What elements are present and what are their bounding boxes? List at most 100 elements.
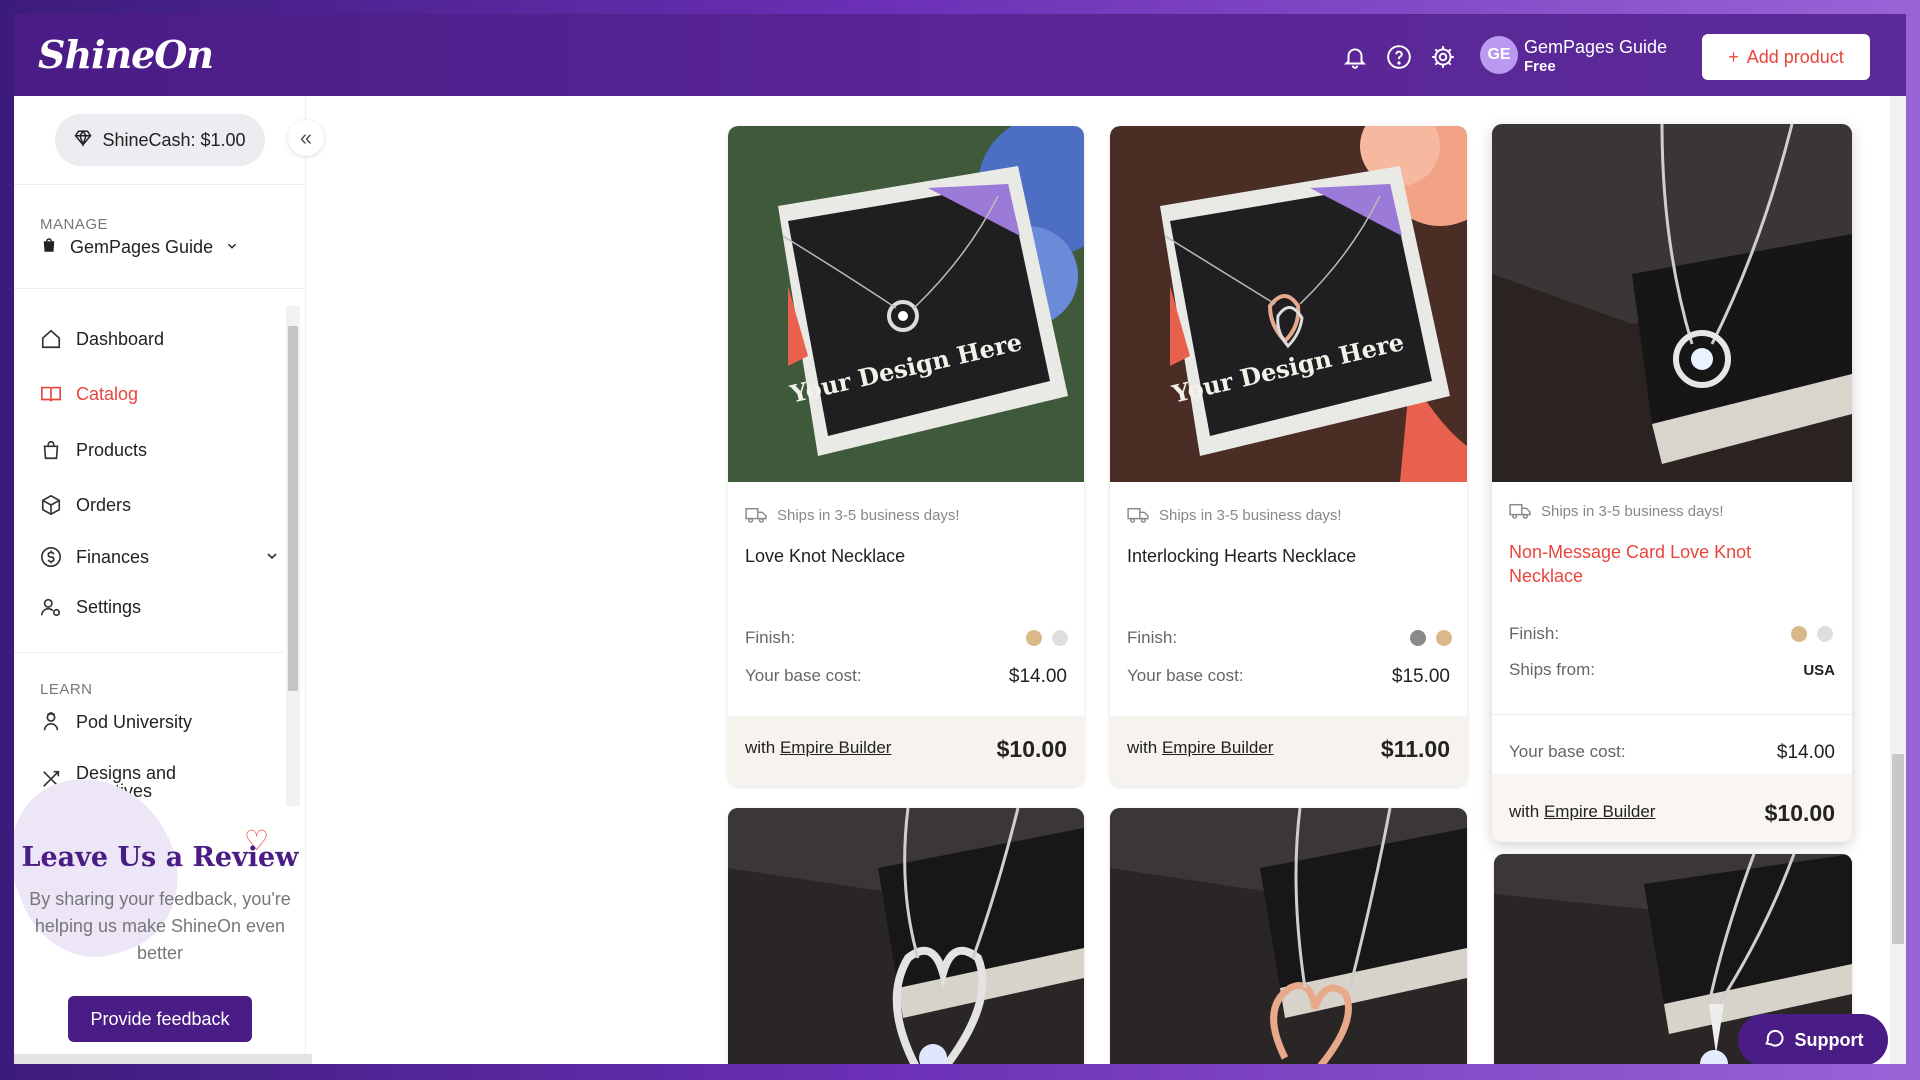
user-name[interactable]: GemPages Guide — [1524, 37, 1667, 58]
empire-builder-text: with Empire Builder — [1509, 802, 1656, 821]
sidebar-item-label: Orders — [76, 494, 132, 515]
finish-swatch-silver[interactable] — [1817, 626, 1833, 642]
dollar-icon — [40, 546, 62, 568]
chevron-down-icon — [264, 548, 280, 569]
sidebar-item-dashboard[interactable]: Dashboard — [40, 328, 164, 350]
shipping-text: Ships in 3-5 business days! — [777, 506, 960, 524]
base-cost-value: $14.00 — [1776, 742, 1835, 763]
collapse-sidebar-button[interactable]: « — [288, 120, 324, 156]
finish-swatch-gold[interactable] — [1791, 626, 1807, 642]
base-cost-value: $14.00 — [1008, 666, 1067, 687]
store-name: GemPages Guide — [70, 237, 214, 257]
user-plan: Free — [1524, 58, 1556, 75]
product-card[interactable]: Ships in 3-5 business days! Non-Message … — [1492, 124, 1852, 842]
shipping-info: Ships in 3-5 business days! — [1127, 506, 1342, 524]
chat-icon — [1763, 1027, 1785, 1054]
truck-icon — [745, 507, 767, 523]
finish-label: Finish: — [1127, 628, 1178, 647]
bag-icon — [40, 439, 62, 461]
base-cost-label: Your base cost: — [1127, 666, 1244, 685]
product-card[interactable] — [1110, 808, 1467, 1064]
finish-label: Finish: — [745, 628, 796, 647]
base-cost-label: Your base cost: — [1509, 742, 1626, 761]
product-name[interactable]: Non-Message Card Love Knot Necklace — [1509, 540, 1809, 588]
product-image — [1110, 808, 1467, 1064]
sidebar-item-settings[interactable]: Settings — [40, 596, 141, 618]
shopify-bag-icon — [40, 236, 58, 259]
shineon-logo[interactable]: ShineOn — [38, 32, 214, 77]
sidebar-item-label: Products — [76, 439, 148, 460]
finish-swatch-silver[interactable] — [1410, 630, 1426, 646]
divider — [14, 652, 284, 653]
sidebar-scroll-thumb[interactable] — [288, 326, 298, 691]
sidebar-item-label: Catalog — [76, 383, 139, 404]
top-header: ShineOn GE GemPages Guide Free + Add pro… — [14, 14, 1906, 96]
sidebar-item-orders[interactable]: Orders — [40, 494, 131, 516]
status-bar — [14, 1054, 312, 1064]
sidebar-item-label: Finances — [76, 546, 150, 567]
support-button[interactable]: Support — [1738, 1014, 1888, 1064]
shipping-text: Ships in 3-5 business days! — [1541, 502, 1724, 520]
finish-swatch-silver[interactable] — [1052, 630, 1068, 646]
product-name[interactable]: Love Knot Necklace — [745, 544, 905, 568]
empire-builder-link[interactable]: Empire Builder — [1162, 738, 1274, 757]
shipping-info: Ships in 3-5 business days! — [745, 506, 960, 524]
product-card[interactable] — [728, 808, 1084, 1064]
product-card[interactable]: Your Design Here Ships in 3-5 business d… — [728, 126, 1084, 786]
chevron-down-icon — [225, 237, 239, 258]
diamond-icon — [74, 129, 92, 152]
product-image[interactable]: Your Design Here — [1110, 126, 1467, 482]
sidebar: ShineCash: $1.00 MANAGE GemPages Guide D… — [14, 96, 312, 1064]
provide-feedback-button[interactable]: Provide feedback — [68, 996, 252, 1042]
shipping-text: Ships in 3-5 business days! — [1159, 506, 1342, 524]
sidebar-item-label: Dashboard — [76, 328, 165, 349]
support-label: Support — [1794, 1029, 1864, 1050]
review-title: Leave Us a Review — [21, 842, 299, 873]
learn-label: LEARN — [40, 681, 93, 698]
finish-swatch-gold[interactable] — [1436, 630, 1452, 646]
book-icon — [40, 383, 62, 405]
shipping-info: Ships in 3-5 business days! — [1509, 502, 1724, 520]
product-image[interactable]: Your Design Here — [728, 126, 1084, 482]
product-image[interactable] — [1492, 124, 1852, 482]
product-name[interactable]: Interlocking Hearts Necklace — [1127, 544, 1356, 568]
finish-swatch-gold[interactable] — [1026, 630, 1042, 646]
empire-builder-row: with Empire Builder $10.00 — [1492, 774, 1852, 842]
product-card[interactable]: Your Design Here Ships in 3-5 business d… — [1110, 126, 1467, 786]
product-image — [728, 808, 1084, 1064]
empire-builder-row: with Empire Builder $11.00 — [1110, 716, 1467, 786]
base-cost-value: $15.00 — [1391, 666, 1450, 687]
main-scroll-thumb[interactable] — [1892, 754, 1904, 944]
divider — [14, 184, 306, 185]
empire-builder-price: $11.00 — [1380, 736, 1450, 762]
store-selector[interactable]: GemPages Guide — [40, 236, 239, 259]
base-cost-label: Your base cost: — [745, 666, 862, 685]
finish-label: Finish: — [1509, 624, 1560, 643]
plus-icon: + — [1728, 46, 1739, 67]
empire-builder-link[interactable]: Empire Builder — [1544, 802, 1656, 821]
graduate-icon — [40, 711, 62, 733]
ships-from-value: USA — [1803, 662, 1835, 679]
divider — [14, 288, 306, 289]
sidebar-item-pod-university[interactable]: Pod University — [40, 711, 192, 733]
add-product-button[interactable]: + Add product — [1702, 34, 1870, 80]
sidebar-item-finances[interactable]: Finances — [40, 546, 280, 568]
empire-builder-price: $10.00 — [1764, 800, 1835, 826]
sidebar-item-catalog[interactable]: Catalog — [40, 383, 138, 405]
empire-builder-row: with Empire Builder $10.00 — [728, 716, 1084, 786]
gear-icon[interactable] — [1430, 44, 1456, 70]
sidebar-item-label: Settings — [76, 596, 142, 617]
empire-builder-text: with Empire Builder — [1127, 738, 1274, 757]
truck-icon — [1127, 507, 1149, 523]
help-icon[interactable] — [1386, 44, 1412, 70]
home-icon — [40, 328, 62, 350]
sidebar-item-products[interactable]: Products — [40, 439, 147, 461]
empire-builder-link[interactable]: Empire Builder — [780, 738, 892, 757]
bell-icon[interactable] — [1342, 44, 1368, 70]
divider — [1492, 714, 1852, 715]
manage-label: MANAGE — [40, 216, 109, 233]
sidebar-item-label: Pod University — [76, 711, 193, 732]
avatar[interactable]: GE — [1480, 36, 1518, 74]
shinecash-balance[interactable]: ShineCash: $1.00 — [55, 114, 265, 166]
ships-from-label: Ships from: — [1509, 660, 1595, 679]
